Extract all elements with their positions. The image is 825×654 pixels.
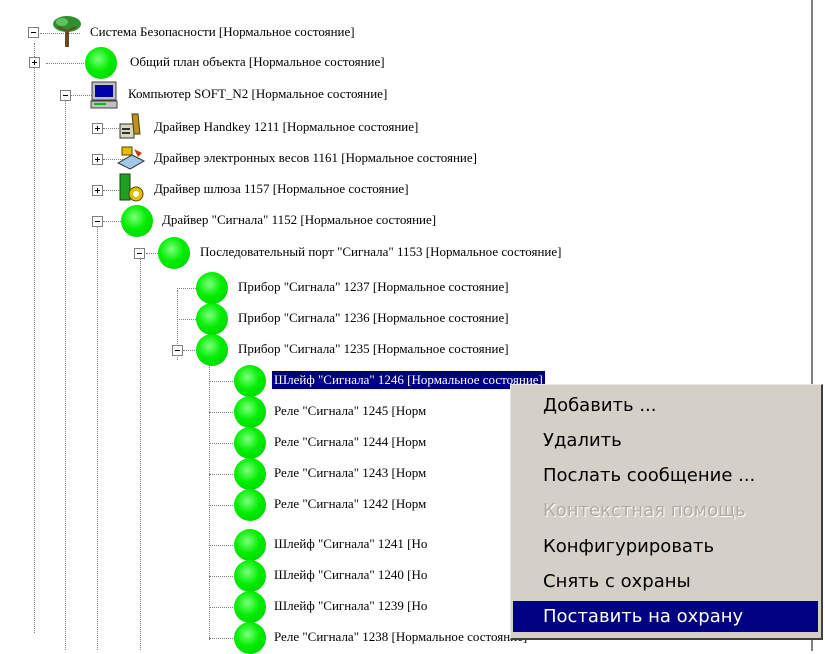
gateway-driver-icon [116,172,146,204]
tree-node-label[interactable]: Реле "Сигнала" 1244 [Норм [272,433,428,451]
collapse-toggle[interactable] [134,248,145,259]
collapse-toggle[interactable] [92,216,103,227]
menu-item-context-help: Контекстная помощь [543,500,746,521]
green-circle-icon [196,272,228,304]
menu-item-arm[interactable]: Поставить на охрану [513,601,818,632]
tree-node-label[interactable]: Реле "Сигнала" 1243 [Норм [272,464,428,482]
tree-line [65,100,66,650]
tree-icon [52,15,82,47]
tree-line [46,63,86,64]
tree-node-label[interactable]: Прибор "Сигнала" 1235 [Нормальное состоя… [236,340,511,358]
collapse-toggle[interactable] [28,27,39,38]
tree-node-label[interactable]: Шлейф "Сигнала" 1239 [Но [272,597,429,615]
green-circle-icon [234,427,266,459]
tree-line [140,258,141,650]
tree-node-label[interactable]: Шлейф "Сигнала" 1240 [Но [272,566,429,584]
menu-item-configure[interactable]: Конфигурировать [513,531,818,562]
green-circle-icon [234,489,266,521]
expand-toggle[interactable] [92,154,103,165]
green-circle-icon [234,458,266,490]
green-circle-icon [234,622,266,654]
expand-toggle[interactable] [29,57,40,68]
menu-item-delete[interactable]: Удалить [513,425,818,456]
tree-node-label[interactable]: Шлейф "Сигнала" 1241 [Но [272,535,429,553]
collapse-toggle[interactable] [60,90,71,101]
scales-driver-icon [116,145,146,171]
handkey-driver-icon [116,112,144,142]
green-circle-icon [121,205,153,237]
tree-line [34,43,35,633]
tree-node-label[interactable]: Прибор "Сигнала" 1236 [Нормальное состоя… [236,309,511,327]
tree-node-label-selected[interactable]: Шлейф "Сигнала" 1246 [Нормальное состоян… [271,370,546,390]
green-circle-icon [196,334,228,366]
menu-item-disarm[interactable]: Снять с охраны [513,566,818,597]
green-circle-icon [234,365,266,397]
tree-node-label[interactable]: Драйвер электронных весов 1161 [Нормальн… [152,149,479,167]
green-circle-icon [158,237,190,269]
expand-toggle[interactable] [92,123,103,134]
tree-node-label[interactable]: Драйвер "Сигнала" 1152 [Нормальное состо… [160,211,438,229]
menu-item-send-message[interactable]: Послать сообщение ... [513,460,818,491]
green-circle-icon [234,396,266,428]
menu-item-add[interactable]: Добавить ... [513,390,818,421]
context-menu[interactable]: Добавить ... Удалить Послать сообщение .… [510,384,823,640]
tree-line [97,225,98,650]
tree-node-label[interactable]: Общий план объекта [Нормальное состояние… [128,53,387,71]
green-circle-icon [234,560,266,592]
tree-node-label[interactable]: Драйвер шлюза 1157 [Нормальное состояние… [152,180,411,198]
green-circle-icon [234,591,266,623]
tree-node-label[interactable]: Драйвер Handkey 1211 [Нормальное состоян… [152,118,420,136]
tree-node-label[interactable]: Реле "Сигнала" 1242 [Норм [272,495,428,513]
tree-node-label[interactable]: Реле "Сигнала" 1238 [Нормальное состояни… [272,628,529,646]
collapse-toggle[interactable] [172,345,183,356]
tree-node-label[interactable]: Реле "Сигнала" 1245 [Норм [272,402,428,420]
green-circle-icon [234,529,266,561]
tree-node-label[interactable]: Прибор "Сигнала" 1237 [Нормальное состоя… [236,278,511,296]
tree-node-label[interactable]: Компьютер SOFT_N2 [Нормальное состояние] [126,85,389,103]
green-circle-icon [85,47,117,79]
green-circle-icon [196,303,228,335]
expand-toggle[interactable] [92,185,103,196]
tree-line [209,355,210,640]
tree-node-label[interactable]: Последовательный порт "Сигнала" 1153 [Но… [198,243,563,261]
computer-icon [90,81,118,109]
tree-node-label[interactable]: Система Безопасности [Нормальное состоян… [88,23,357,41]
